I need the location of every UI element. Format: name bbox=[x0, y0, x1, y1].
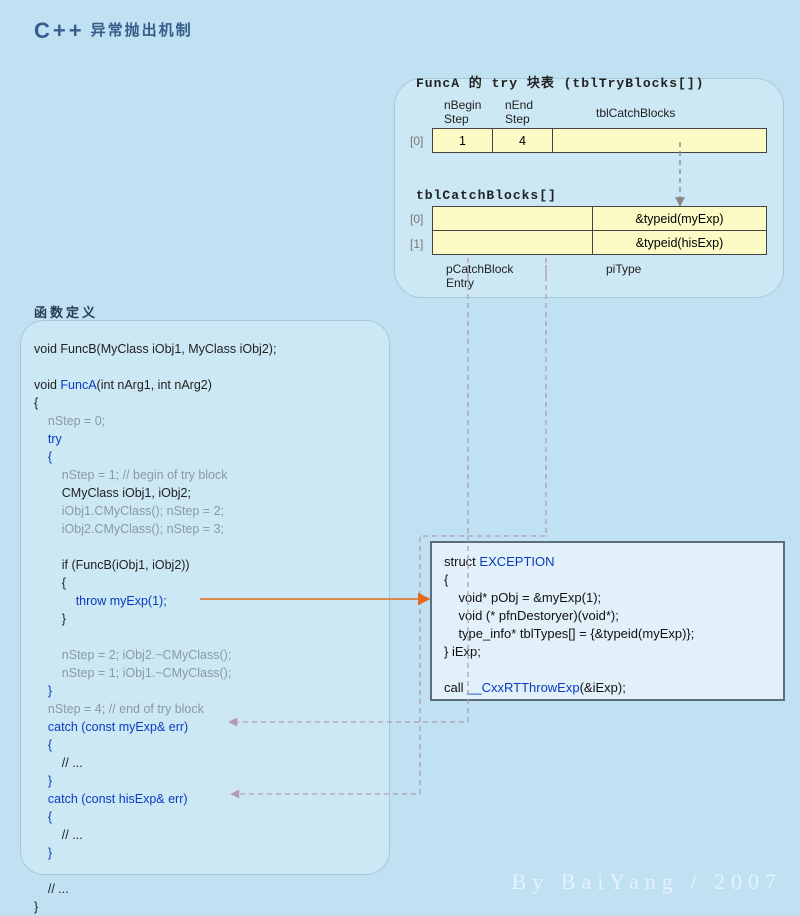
exception-box: struct EXCEPTION { void* pObj = &myExp(1… bbox=[430, 541, 785, 701]
trytbl-hdr1: nBegin Step bbox=[444, 98, 481, 126]
code-block: void FuncB(MyClass iObj1, MyClass iObj2)… bbox=[34, 340, 384, 916]
page-title: C++ 异常抛出机制 bbox=[34, 18, 193, 44]
title-cpp: C++ bbox=[34, 18, 85, 43]
trytbl-hdr3: tblCatchBlocks bbox=[596, 106, 675, 120]
try-table-title: FuncA 的 try 块表 (tblTryBlocks[]) bbox=[416, 72, 704, 91]
trytbl-c2: 4 bbox=[493, 129, 553, 153]
catchtbl: &typeid(myExp) &typeid(hisExp) bbox=[432, 206, 767, 255]
catch-r1c1 bbox=[433, 231, 593, 255]
catch-table-title: tblCatchBlocks[] bbox=[416, 188, 557, 203]
catchtbl-idx0: [0] bbox=[410, 212, 423, 226]
catch-r1c2: &typeid(hisExp) bbox=[593, 231, 767, 255]
footer-credit: By BaiYang / 2007 bbox=[512, 869, 782, 895]
trytbl-c1: 1 bbox=[433, 129, 493, 153]
catch-foot-right: piType bbox=[606, 262, 641, 276]
trytbl-idx0: [0] bbox=[410, 134, 423, 148]
catch-r0c2: &typeid(myExp) bbox=[593, 207, 767, 231]
catchtbl-idx1: [1] bbox=[410, 237, 423, 251]
table-row: &typeid(myExp) bbox=[433, 207, 767, 231]
table-row: &typeid(hisExp) bbox=[433, 231, 767, 255]
code-panel-label: 函数定义 bbox=[34, 302, 98, 321]
catch-foot-left: pCatchBlock Entry bbox=[446, 262, 513, 290]
trytbl-c3 bbox=[553, 129, 767, 153]
trytbl-hdr2: nEnd Step bbox=[505, 98, 533, 126]
title-rest: 异常抛出机制 bbox=[91, 22, 193, 39]
catch-r0c1 bbox=[433, 207, 593, 231]
table-row: 1 4 bbox=[433, 129, 767, 153]
trytbl: 1 4 bbox=[432, 128, 767, 153]
